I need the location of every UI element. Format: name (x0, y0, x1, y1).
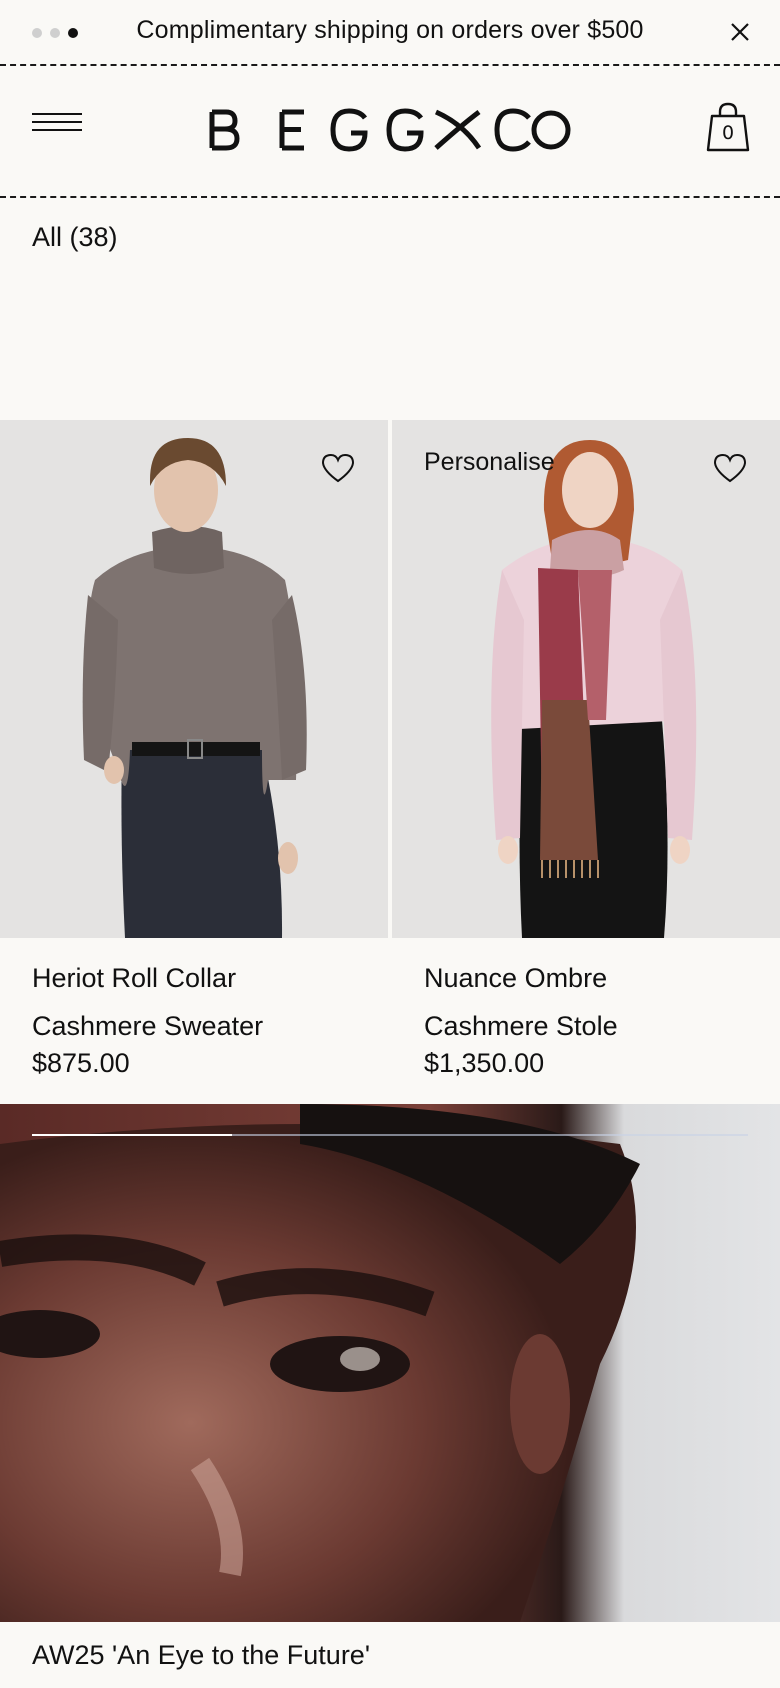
product-card[interactable]: Heriot Roll Collar Cashmere Sweater (0, 420, 390, 1104)
product-card[interactable]: Personalise Nuance Ombre Cashmere Stole (392, 420, 780, 1104)
product-name-line: Nuance Ombre (424, 963, 608, 993)
brand-logo[interactable] (208, 100, 572, 160)
product-price: $875.00 (32, 1048, 130, 1078)
video-progress-fill (32, 1134, 233, 1136)
wishlist-heart-icon[interactable] (712, 452, 748, 484)
wishlist-heart-icon[interactable] (320, 452, 356, 484)
product-grid: Heriot Roll Collar Cashmere Sweater Pers… (0, 420, 780, 1104)
product-name-line: Heriot Roll Collar (32, 963, 237, 993)
close-icon[interactable] (728, 20, 752, 44)
site-header: 0 (0, 66, 780, 198)
product-price: $1,350.00 (424, 1048, 545, 1078)
product-image[interactable] (0, 420, 388, 938)
bag-count: 0 (721, 122, 735, 144)
campaign-title[interactable]: AW25 'An Eye to the Future' (32, 1640, 370, 1671)
announcement-bar: Complimentary shipping on orders over $5… (0, 0, 780, 66)
hamburger-menu-icon[interactable] (32, 110, 82, 140)
category-filter[interactable]: All (38) (32, 222, 118, 253)
product-name[interactable]: Nuance Ombre Cashmere Stole (424, 954, 764, 1050)
product-name-line: Cashmere Sweater (32, 1011, 264, 1041)
video-progress-bar[interactable] (32, 1134, 748, 1136)
announcement-text: Complimentary shipping on orders over $5… (136, 16, 644, 44)
shopping-bag-icon[interactable]: 0 (704, 102, 752, 154)
personalise-tag: Personalise (424, 448, 555, 476)
product-name[interactable]: Heriot Roll Collar Cashmere Sweater (32, 954, 372, 1050)
product-image[interactable] (392, 420, 780, 938)
campaign-video[interactable] (0, 1104, 780, 1622)
product-name-line: Cashmere Stole (424, 1011, 618, 1041)
